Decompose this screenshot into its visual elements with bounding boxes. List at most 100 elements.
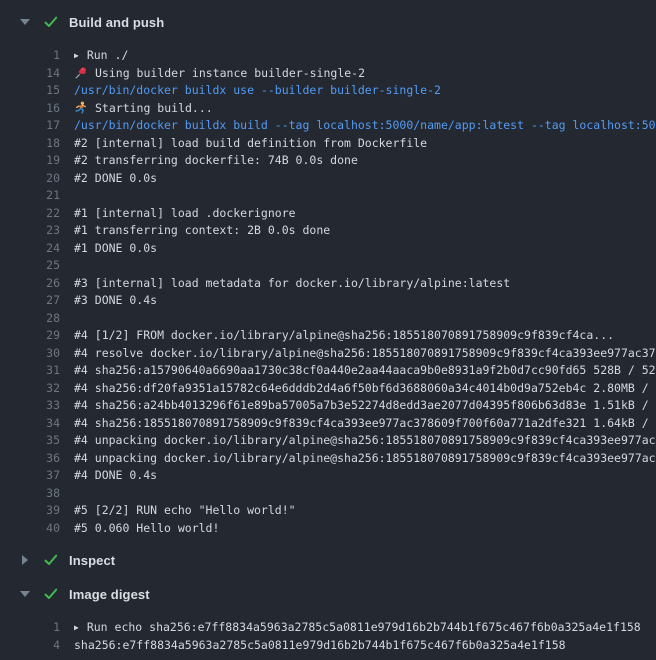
line-number[interactable]: 20 bbox=[0, 170, 60, 188]
log-line-content: #1 [internal] load .dockerignore bbox=[74, 205, 296, 223]
log-text: #2 DONE 0.0s bbox=[74, 170, 157, 188]
step-status-check bbox=[43, 586, 59, 602]
log-line-content: #4 sha256:a24bb4013296f61e89ba57005a7b3e… bbox=[74, 397, 656, 415]
log-line: 31 #4 sha256:a15790640a6690aa1730c38cf0a… bbox=[0, 362, 656, 380]
line-number[interactable]: 1 bbox=[0, 619, 60, 637]
log-line: 23 #1 transferring context: 2B 0.0s done bbox=[0, 222, 656, 240]
log-line-content: #1 DONE 0.0s bbox=[74, 240, 157, 258]
line-number[interactable]: 31 bbox=[0, 362, 60, 380]
line-number[interactable]: 4 bbox=[0, 637, 60, 655]
log-text: #4 sha256:185518070891758909c9f839cf4ca3… bbox=[74, 415, 656, 433]
log-line: 39 #5 [2/2] RUN echo "Hello world!" bbox=[0, 502, 656, 520]
group-expand-arrow-icon[interactable]: ▶ bbox=[74, 619, 79, 637]
log-text: #4 resolve docker.io/library/alpine@sha2… bbox=[74, 345, 656, 363]
step-section-image-digest: Image digest 1 ▶ Run echo sha256:e7ff8834… bbox=[0, 577, 656, 660]
line-number[interactable]: 24 bbox=[0, 240, 60, 258]
line-number[interactable]: 37 bbox=[0, 467, 60, 485]
log-line: 36 #4 unpacking docker.io/library/alpine… bbox=[0, 450, 656, 468]
step-section-inspect: Inspect bbox=[0, 543, 656, 577]
log-line: 32 #4 sha256:df20fa9351a15782c64e6dddb2d… bbox=[0, 380, 656, 398]
log-text: #2 transferring dockerfile: 74B 0.0s don… bbox=[74, 152, 358, 170]
line-number[interactable]: 39 bbox=[0, 502, 60, 520]
log-line: 1 ▶ Run echo sha256:e7ff8834a5963a2785c5a… bbox=[0, 619, 656, 637]
line-number[interactable]: 18 bbox=[0, 135, 60, 153]
runner-icon bbox=[74, 101, 88, 115]
check-icon bbox=[43, 14, 59, 30]
log-line: 26 #3 [internal] load metadata for docke… bbox=[0, 275, 656, 293]
line-number[interactable]: 36 bbox=[0, 450, 60, 468]
log-line-content: ▶ Run ./ bbox=[74, 47, 128, 65]
line-number[interactable]: 29 bbox=[0, 327, 60, 345]
disclosure-triangle-icon[interactable] bbox=[18, 19, 32, 25]
log-line-content: #4 sha256:a15790640a6690aa1730c38cf0a440… bbox=[74, 362, 656, 380]
step-header-inspect[interactable]: Inspect bbox=[0, 543, 656, 577]
line-number[interactable]: 34 bbox=[0, 415, 60, 433]
line-number[interactable]: 40 bbox=[0, 520, 60, 538]
log-line: 40 #5 0.060 Hello world! bbox=[0, 520, 656, 538]
line-number[interactable]: 15 bbox=[0, 82, 60, 100]
line-number[interactable]: 1 bbox=[0, 47, 60, 65]
log-line: 25 bbox=[0, 257, 656, 275]
log-line-content: Using builder instance builder-single-2 bbox=[74, 65, 365, 83]
line-number[interactable]: 19 bbox=[0, 152, 60, 170]
log-line: 35 #4 unpacking docker.io/library/alpine… bbox=[0, 432, 656, 450]
line-number[interactable]: 30 bbox=[0, 345, 60, 363]
log-line: 21 bbox=[0, 187, 656, 205]
line-number[interactable]: 32 bbox=[0, 380, 60, 398]
step-header-image-digest[interactable]: Image digest bbox=[0, 577, 656, 611]
log-line: 4 sha256:e7ff8834a5963a2785c5a0811e979d1… bbox=[0, 637, 656, 655]
log-text: #4 unpacking docker.io/library/alpine@sh… bbox=[74, 450, 656, 468]
log-line-content: #4 [1/2] FROM docker.io/library/alpine@s… bbox=[74, 327, 614, 345]
group-expand-arrow-icon[interactable]: ▶ bbox=[74, 47, 79, 65]
log-text: #4 DONE 0.4s bbox=[74, 467, 157, 485]
log-line: 17 /usr/bin/docker buildx build --tag lo… bbox=[0, 117, 656, 135]
line-number[interactable]: 27 bbox=[0, 292, 60, 310]
line-number[interactable]: 23 bbox=[0, 222, 60, 240]
line-number[interactable]: 16 bbox=[0, 100, 60, 118]
log-line-content: #3 DONE 0.4s bbox=[74, 292, 157, 310]
line-number[interactable]: 14 bbox=[0, 65, 60, 83]
log-line: 29 #4 [1/2] FROM docker.io/library/alpin… bbox=[0, 327, 656, 345]
line-number[interactable]: 26 bbox=[0, 275, 60, 293]
line-number[interactable]: 17 bbox=[0, 117, 60, 135]
log-line-content: #5 [2/2] RUN echo "Hello world!" bbox=[74, 502, 296, 520]
log-line: 34 #4 sha256:185518070891758909c9f839cf4… bbox=[0, 415, 656, 433]
log-line-content: #2 [internal] load build definition from… bbox=[74, 135, 427, 153]
line-icon-slot bbox=[74, 66, 88, 80]
disclosure-triangle-icon[interactable] bbox=[18, 591, 32, 597]
log-text: Run ./ bbox=[87, 47, 129, 65]
log-text: #3 [internal] load metadata for docker.i… bbox=[74, 275, 510, 293]
step-section-build-and-push: Build and push 1 ▶ Run ./ 14 Using builde… bbox=[0, 5, 656, 543]
line-icon-slot bbox=[74, 101, 88, 115]
line-number[interactable]: 21 bbox=[0, 187, 60, 205]
log-text: #4 unpacking docker.io/library/alpine@sh… bbox=[74, 432, 656, 450]
log-line-content: #5 0.060 Hello world! bbox=[74, 520, 219, 538]
line-number[interactable]: 28 bbox=[0, 310, 60, 328]
log-text: #2 [internal] load build definition from… bbox=[74, 135, 427, 153]
log-line: 15 /usr/bin/docker buildx use --builder … bbox=[0, 82, 656, 100]
log-line-content: #4 sha256:185518070891758909c9f839cf4ca3… bbox=[74, 415, 656, 433]
log-line: 22 #1 [internal] load .dockerignore bbox=[0, 205, 656, 223]
line-number[interactable]: 22 bbox=[0, 205, 60, 223]
log-line: 14 Using builder instance builder-single… bbox=[0, 65, 656, 83]
log-text: #3 DONE 0.4s bbox=[74, 292, 157, 310]
line-number[interactable]: 25 bbox=[0, 257, 60, 275]
log-text: Starting build... bbox=[95, 100, 213, 118]
log-line: 20 #2 DONE 0.0s bbox=[0, 170, 656, 188]
log-text: Run echo sha256:e7ff8834a5963a2785c5a081… bbox=[87, 619, 641, 637]
log-line-content: #1 transferring context: 2B 0.0s done bbox=[74, 222, 330, 240]
line-number[interactable]: 35 bbox=[0, 432, 60, 450]
log-text: /usr/bin/docker buildx build --tag local… bbox=[74, 117, 656, 135]
step-log-body: 1 ▶ Run ./ 14 Using builder instance buil… bbox=[0, 39, 656, 543]
log-text: /usr/bin/docker buildx use --builder bui… bbox=[74, 82, 441, 100]
log-text: #4 sha256:a24bb4013296f61e89ba57005a7b3e… bbox=[74, 397, 656, 415]
log-text: #5 [2/2] RUN echo "Hello world!" bbox=[74, 502, 296, 520]
log-line-content: ▶ Run echo sha256:e7ff8834a5963a2785c5a08… bbox=[74, 619, 641, 637]
disclosure-triangle-icon[interactable] bbox=[18, 555, 32, 565]
step-status-check bbox=[43, 14, 59, 30]
step-header-build-and-push[interactable]: Build and push bbox=[0, 5, 656, 39]
line-number[interactable]: 33 bbox=[0, 397, 60, 415]
line-number[interactable]: 38 bbox=[0, 485, 60, 503]
log-line-content: #4 resolve docker.io/library/alpine@sha2… bbox=[74, 345, 656, 363]
step-title: Build and push bbox=[69, 15, 164, 30]
